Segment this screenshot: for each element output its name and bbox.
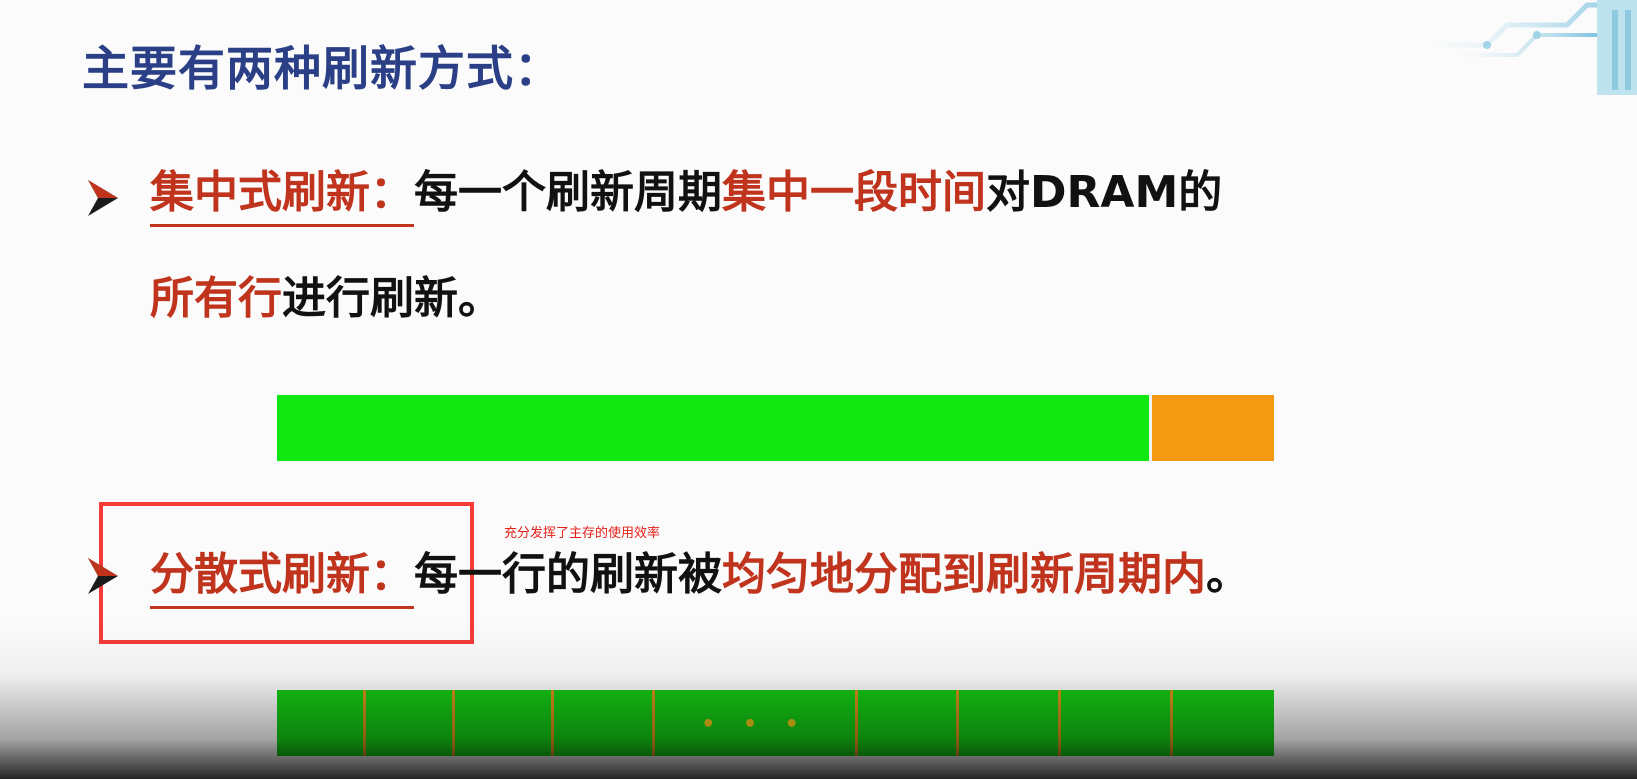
refresh-cell	[366, 690, 455, 756]
highlight-segment: 所有行	[150, 273, 282, 324]
refresh-cell	[858, 690, 959, 756]
centralized-refresh-bar	[277, 395, 1274, 461]
refresh-cell	[1173, 690, 1274, 756]
circuit-decoration-icon	[1427, 0, 1637, 95]
refresh-cell	[959, 690, 1061, 756]
text-segment: 进行刷新。	[282, 273, 502, 324]
bullet-distributed: 分散式刷新：每一行的刷新被均匀地分配到刷新周期内。	[150, 546, 1250, 609]
text-segment: 每一个刷新周期	[414, 167, 722, 218]
bullet-centralized-line2: 所有行进行刷新。	[150, 270, 502, 328]
refresh-cell: • • •	[655, 690, 858, 756]
text-segment: 对DRAM的	[986, 167, 1223, 218]
arrowhead-bullet-icon	[88, 180, 118, 216]
text-segment: 每一行的刷新被	[414, 549, 722, 600]
highlight-segment: 均匀地分配到刷新周期内	[722, 549, 1206, 600]
term-centralized-refresh: 集中式刷新：	[150, 164, 414, 227]
refresh-segment	[1152, 395, 1274, 461]
refresh-cell	[277, 690, 366, 756]
distributed-refresh-bar: • • •	[277, 690, 1274, 756]
term-distributed-refresh: 分散式刷新：	[150, 546, 414, 609]
slide-title: 主要有两种刷新方式：	[82, 42, 562, 97]
ellipsis: • • •	[701, 712, 809, 737]
arrowhead-bullet-icon	[88, 558, 118, 594]
refresh-cell	[554, 690, 655, 756]
refresh-cell	[1061, 690, 1173, 756]
access-segment	[277, 395, 1149, 461]
annotation-note: 充分发挥了主存的使用效率	[504, 526, 661, 541]
bullet-centralized-line1: 集中式刷新：每一个刷新周期集中一段时间对DRAM的	[150, 164, 1222, 227]
text-segment: 。	[1206, 549, 1250, 600]
highlight-segment: 集中一段时间	[722, 167, 986, 218]
refresh-cell	[455, 690, 554, 756]
